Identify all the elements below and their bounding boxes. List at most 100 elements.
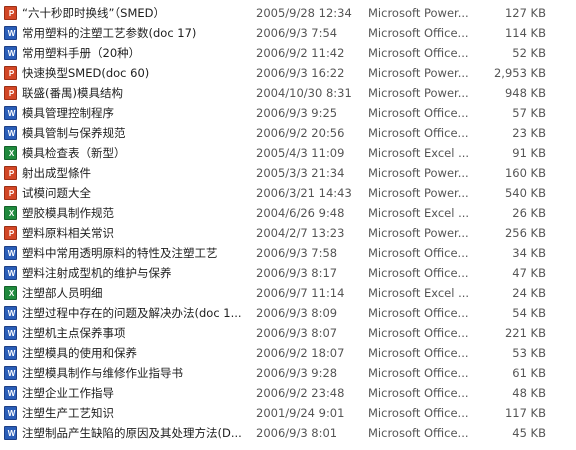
word-file-icon: W bbox=[4, 386, 17, 400]
file-row[interactable]: W 常用塑料手册（20种） 2006/9/2 11:42 Microsoft O… bbox=[0, 43, 576, 63]
file-name: 塑料注射成型机的维护与保养 bbox=[22, 266, 172, 280]
file-row[interactable]: P 塑料原料相关常识 2004/2/7 13:23 Microsoft Powe… bbox=[0, 223, 576, 243]
file-row[interactable]: X 模具检查表（新型） 2005/4/3 11:09 Microsoft Exc… bbox=[0, 143, 576, 163]
file-row[interactable]: W 模具管制与保养规范 2006/9/2 20:56 Microsoft Off… bbox=[0, 123, 576, 143]
file-type: Microsoft Office... bbox=[368, 346, 469, 360]
file-row[interactable]: X 注塑部人员明细 2006/9/7 11:14 Microsoft Excel… bbox=[0, 283, 576, 303]
file-type: Microsoft Office... bbox=[368, 46, 469, 60]
file-type: Microsoft Office... bbox=[368, 126, 469, 140]
file-size: 114 KB bbox=[504, 26, 546, 40]
file-type: Microsoft Office... bbox=[368, 366, 469, 380]
file-name: 模具管理控制程序 bbox=[22, 106, 114, 120]
file-size: 91 KB bbox=[512, 146, 546, 160]
file-date: 2006/9/3 9:28 bbox=[256, 366, 338, 380]
file-date: 2001/9/24 9:01 bbox=[256, 406, 345, 420]
file-size: 54 KB bbox=[512, 306, 546, 320]
word-file-icon: W bbox=[4, 106, 17, 120]
file-size: 45 KB bbox=[512, 426, 546, 440]
file-date: 2006/9/2 20:56 bbox=[256, 126, 345, 140]
file-name: 注塑企业工作指导 bbox=[22, 386, 114, 400]
file-size: 52 KB bbox=[512, 46, 546, 60]
file-date: 2006/9/3 7:54 bbox=[256, 26, 338, 40]
file-type: Microsoft Excel ... bbox=[368, 146, 470, 160]
file-type: Microsoft Office... bbox=[368, 266, 469, 280]
file-size: 127 KB bbox=[504, 6, 546, 20]
file-type: Microsoft Office... bbox=[368, 326, 469, 340]
file-row[interactable]: X 塑胶模具制作规范 2004/6/26 9:48 Microsoft Exce… bbox=[0, 203, 576, 223]
file-name: 联盛(番禺)模具结构 bbox=[22, 86, 123, 100]
word-file-icon: W bbox=[4, 266, 17, 280]
file-size: 53 KB bbox=[512, 346, 546, 360]
file-name: 注塑部人员明细 bbox=[22, 286, 103, 300]
word-file-icon: W bbox=[4, 326, 17, 340]
file-date: 2006/9/3 7:58 bbox=[256, 246, 338, 260]
file-date: 2006/9/2 18:07 bbox=[256, 346, 345, 360]
file-row[interactable]: P 试模问题大全 2006/3/21 14:43 Microsoft Power… bbox=[0, 183, 576, 203]
file-name: “六十秒即时换线”（SMED） bbox=[22, 6, 166, 20]
file-date: 2005/9/28 12:34 bbox=[256, 6, 352, 20]
word-file-icon: W bbox=[4, 306, 17, 320]
file-row[interactable]: W 注塑过程中存在的问题及解决办法(doc 1... 2006/9/3 8:09… bbox=[0, 303, 576, 323]
file-row[interactable]: W 塑料注射成型机的维护与保养 2006/9/3 8:17 Microsoft … bbox=[0, 263, 576, 283]
file-date: 2006/9/3 9:25 bbox=[256, 106, 338, 120]
ppt-file-icon: P bbox=[4, 166, 17, 180]
file-row[interactable]: W 注塑企业工作指导 2006/9/2 23:48 Microsoft Offi… bbox=[0, 383, 576, 403]
file-type: Microsoft Power... bbox=[368, 226, 469, 240]
file-name: 注塑生产工艺知识 bbox=[22, 406, 114, 420]
excel-file-icon: X bbox=[4, 286, 17, 300]
file-row[interactable]: W 塑料中常用透明原料的特性及注塑工艺 2006/9/3 7:58 Micros… bbox=[0, 243, 576, 263]
file-size: 61 KB bbox=[512, 366, 546, 380]
file-type: Microsoft Office... bbox=[368, 386, 469, 400]
file-row[interactable]: W 注塑制品产生缺陷的原因及其处理方法(D... 2006/9/3 8:01 M… bbox=[0, 423, 576, 443]
file-size: 48 KB bbox=[512, 386, 546, 400]
file-type: Microsoft Excel ... bbox=[368, 286, 470, 300]
file-size: 2,953 KB bbox=[493, 66, 546, 80]
file-date: 2006/3/21 14:43 bbox=[256, 186, 352, 200]
ppt-file-icon: P bbox=[4, 66, 17, 80]
file-size: 160 KB bbox=[504, 166, 546, 180]
file-row[interactable]: P 射出成型條件 2005/3/3 21:34 Microsoft Power.… bbox=[0, 163, 576, 183]
excel-file-icon: X bbox=[4, 146, 17, 160]
file-name: 试模问题大全 bbox=[22, 186, 91, 200]
word-file-icon: W bbox=[4, 346, 17, 360]
file-row[interactable]: W 注塑机主点保养事项 2006/9/3 8:07 Microsoft Offi… bbox=[0, 323, 576, 343]
file-name: 注塑制品产生缺陷的原因及其处理方法(D... bbox=[22, 426, 242, 440]
file-row[interactable]: W 注塑模具制作与维修作业指导书 2006/9/3 9:28 Microsoft… bbox=[0, 363, 576, 383]
file-row[interactable]: W 注塑模具的使用和保养 2006/9/2 18:07 Microsoft Of… bbox=[0, 343, 576, 363]
word-file-icon: W bbox=[4, 126, 17, 140]
excel-file-icon: X bbox=[4, 206, 17, 220]
file-type: Microsoft Power... bbox=[368, 166, 469, 180]
file-date: 2004/10/30 8:31 bbox=[256, 86, 352, 100]
word-file-icon: W bbox=[4, 366, 17, 380]
file-row[interactable]: P 联盛(番禺)模具结构 2004/10/30 8:31 Microsoft P… bbox=[0, 83, 576, 103]
file-name: 注塑模具制作与维修作业指导书 bbox=[22, 366, 183, 380]
file-date: 2004/2/7 13:23 bbox=[256, 226, 345, 240]
file-size: 47 KB bbox=[512, 266, 546, 280]
file-date: 2006/9/3 8:09 bbox=[256, 306, 338, 320]
file-name: 注塑机主点保养事项 bbox=[22, 326, 126, 340]
file-size: 948 KB bbox=[504, 86, 546, 100]
file-row[interactable]: P 快速换型SMED(doc 60) 2006/9/3 16:22 Micros… bbox=[0, 63, 576, 83]
file-type: Microsoft Office... bbox=[368, 426, 469, 440]
file-size: 117 KB bbox=[504, 406, 546, 420]
file-size: 24 KB bbox=[512, 286, 546, 300]
file-row[interactable]: W 常用塑料的注塑工艺参数(doc 17) 2006/9/3 7:54 Micr… bbox=[0, 23, 576, 43]
ppt-file-icon: P bbox=[4, 226, 17, 240]
file-type: Microsoft Office... bbox=[368, 106, 469, 120]
file-name: 常用塑料的注塑工艺参数(doc 17) bbox=[22, 26, 197, 40]
file-size: 221 KB bbox=[504, 326, 546, 340]
file-size: 26 KB bbox=[512, 206, 546, 220]
file-row[interactable]: P “六十秒即时换线”（SMED） 2005/9/28 12:34 Micros… bbox=[0, 3, 576, 23]
file-row[interactable]: W 注塑生产工艺知识 2001/9/24 9:01 Microsoft Offi… bbox=[0, 403, 576, 423]
file-name: 模具检查表（新型） bbox=[22, 146, 126, 160]
file-name: 快速换型SMED(doc 60) bbox=[22, 66, 150, 80]
file-name: 塑料原料相关常识 bbox=[22, 226, 114, 240]
file-date: 2006/9/3 16:22 bbox=[256, 66, 345, 80]
file-size: 34 KB bbox=[512, 246, 546, 260]
file-date: 2006/9/3 8:17 bbox=[256, 266, 338, 280]
file-row[interactable]: W 模具管理控制程序 2006/9/3 9:25 Microsoft Offic… bbox=[0, 103, 576, 123]
file-type: Microsoft Excel ... bbox=[368, 206, 470, 220]
word-file-icon: W bbox=[4, 426, 17, 440]
file-type: Microsoft Office... bbox=[368, 26, 469, 40]
word-file-icon: W bbox=[4, 46, 17, 60]
